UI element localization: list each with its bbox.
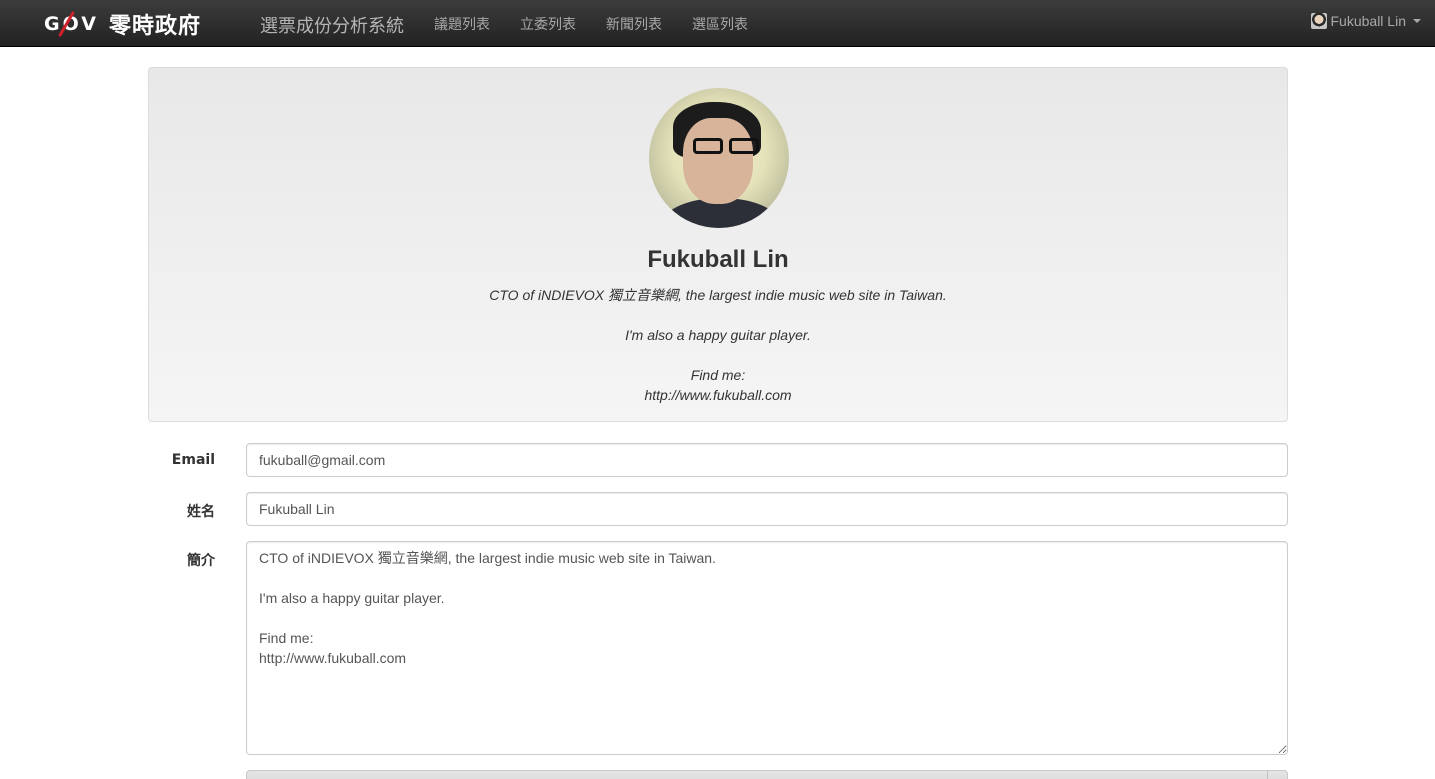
nav-link-issues[interactable]: 議題列表 [434,14,490,34]
name-row: 姓名 [148,492,1288,526]
bio-line: Find me: [690,367,746,383]
user-avatar-small-icon [1310,13,1327,29]
name-field[interactable] [246,492,1288,526]
name-label: 姓名 [187,504,215,520]
nav-link-districts[interactable]: 選區列表 [692,14,748,34]
top-navbar: GOV 零時政府 選票成份分析系統 議題列表 立委列表 新聞列表 選區列表 Fu… [0,0,1435,47]
user-dropdown-toggle[interactable]: Fukuball Lin [1310,13,1421,29]
bio-textarea[interactable]: CTO of iNDIEVOX 獨立音樂網, the largest indie… [246,541,1288,755]
email-field[interactable] [246,443,1288,477]
profile-name: Fukuball Lin [647,246,789,273]
profile-avatar [649,88,789,228]
bio-line: CTO of iNDIEVOX 獨立音樂網, the largest indie… [489,287,947,303]
bio-label: 簡介 [187,553,215,569]
nav-menu: 議題列表 立委列表 新聞列表 選區列表 [434,14,778,34]
next-field-partial[interactable] [246,770,1288,779]
app-title-link[interactable]: 選票成份分析系統 [260,12,404,38]
gov-wordmark: GOV [44,11,99,37]
user-name: Fukuball Lin [1330,13,1407,29]
bio-link: http://www.fukuball.com [644,387,792,403]
email-label: Email [171,452,215,468]
bio-row: 簡介 CTO of iNDIEVOX 獨立音樂網, the largest in… [148,541,1288,755]
bio-line: I'm also a happy guitar player. [625,327,811,343]
email-row: Email [148,443,1288,477]
brand-chinese-name: 零時政府 [108,14,201,39]
nav-link-news[interactable]: 新聞列表 [606,14,662,34]
brand-logo[interactable]: GOV 零時政府 [44,9,201,39]
profile-header-card: Fukuball Lin CTO of iNDIEVOX 獨立音樂網, the … [148,67,1288,422]
chevron-down-icon [1413,19,1421,23]
profile-bio: CTO of iNDIEVOX 獨立音樂網, the largest indie… [149,285,1287,405]
nav-link-legislators[interactable]: 立委列表 [520,14,576,34]
